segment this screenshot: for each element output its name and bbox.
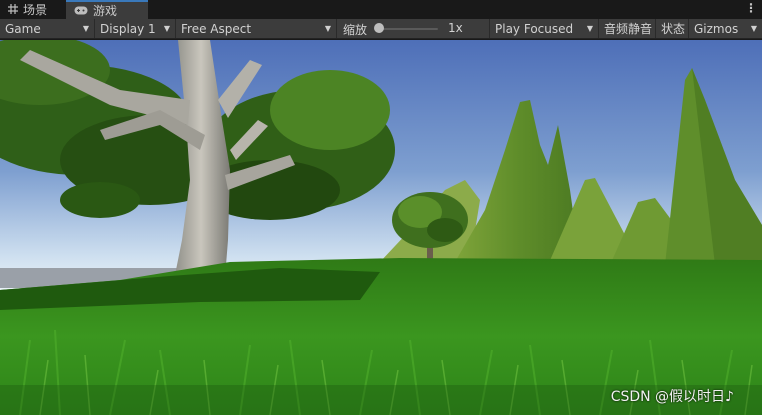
scale-slider-thumb[interactable] <box>374 23 384 33</box>
mute-audio-toggle[interactable]: 音频静音 <box>599 19 656 38</box>
scale-control: 缩放 1x <box>337 19 489 38</box>
play-mode-dropdown[interactable]: Play Focused ▼ <box>489 19 599 38</box>
gamepad-icon <box>74 4 88 18</box>
dropdown-arrow-icon: ▼ <box>750 24 757 33</box>
stats-toggle[interactable]: 状态 <box>656 19 689 38</box>
toggle-label: 状态 <box>661 22 686 36</box>
dropdown-label: Play Focused <box>495 21 574 36</box>
dropdown-arrow-icon: ▼ <box>163 24 170 33</box>
aspect-dropdown[interactable]: Free Aspect ▼ <box>176 19 337 38</box>
game-toolbar: Game ▼ Display 1 ▼ Free Aspect ▼ 缩放 1x P… <box>0 19 762 39</box>
unity-game-view: 场景 游戏 ⋮ Game ▼ Display 1 ▼ Free Aspect ▼… <box>0 0 762 415</box>
display-dropdown[interactable]: Display 1 ▼ <box>95 19 176 38</box>
game-view-dropdown[interactable]: Game ▼ <box>0 19 95 38</box>
dropdown-arrow-icon: ▼ <box>586 24 593 33</box>
tab-game[interactable]: 游戏 <box>66 0 148 19</box>
tab-label: 游戏 <box>93 4 118 18</box>
scale-value: 1x <box>448 21 463 35</box>
dropdown-arrow-icon: ▼ <box>82 24 89 33</box>
csdn-watermark: CSDN @假以时日♪ <box>610 389 734 405</box>
tab-label: 场景 <box>23 3 48 17</box>
tab-strip: 场景 游戏 ⋮ <box>0 0 762 19</box>
dropdown-label: Free Aspect <box>181 21 252 36</box>
scale-slider-track[interactable] <box>382 28 438 30</box>
grid-icon <box>8 3 18 17</box>
game-viewport[interactable]: CSDN @假以时日♪ <box>0 40 762 415</box>
dropdown-label: Gizmos <box>694 21 739 36</box>
tab-scene[interactable]: 场景 <box>0 0 64 19</box>
toggle-label: 音频静音 <box>604 22 653 36</box>
dropdown-label: Game <box>5 21 41 36</box>
scale-label: 缩放 <box>343 23 368 37</box>
dropdown-label: Display 1 <box>100 21 156 36</box>
gizmos-dropdown[interactable]: Gizmos ▼ <box>689 19 762 38</box>
more-options-icon[interactable]: ⋮ <box>744 1 758 18</box>
game-scene-render <box>0 40 762 415</box>
dropdown-arrow-icon: ▼ <box>324 24 331 33</box>
